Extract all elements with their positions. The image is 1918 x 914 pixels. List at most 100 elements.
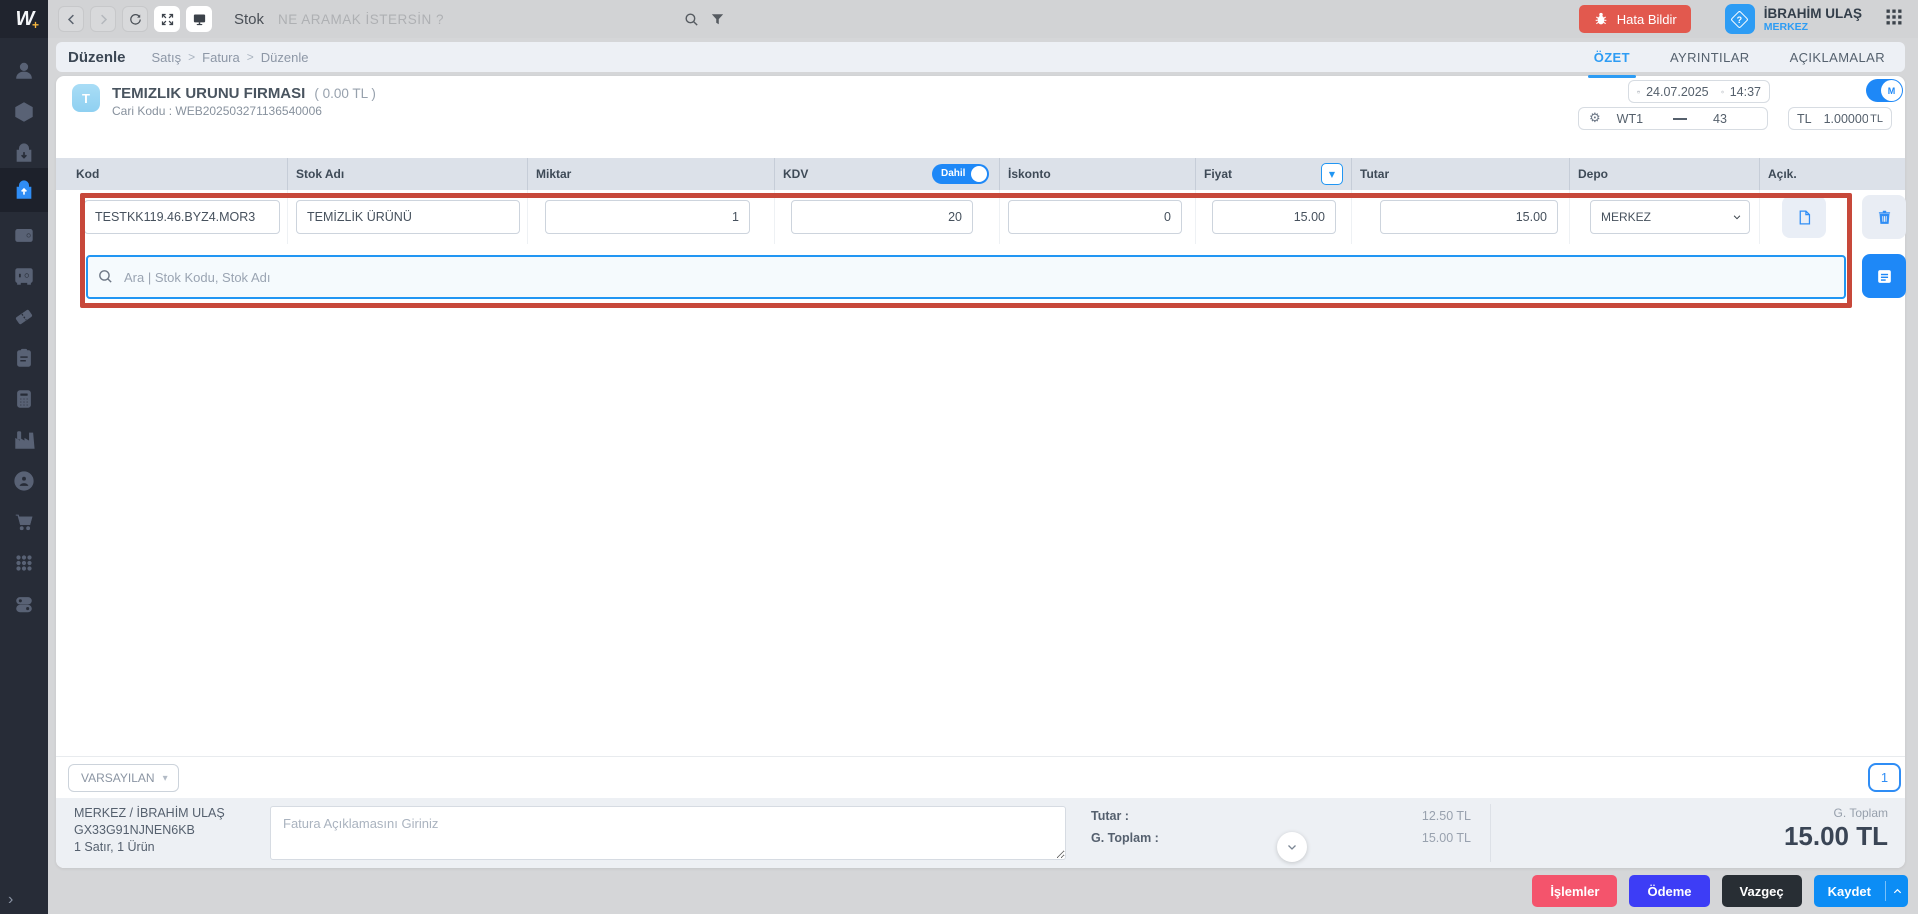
- invoice-date-field[interactable]: 24.07.2025 14:37: [1628, 80, 1770, 103]
- depo-select[interactable]: MERKEZ: [1590, 200, 1750, 234]
- calendar-icon: [1637, 90, 1640, 93]
- sidebar: W + ›: [0, 0, 48, 914]
- fullscreen-button[interactable]: [154, 6, 180, 32]
- calculator-icon: [17, 390, 31, 408]
- kaydet-label: Kaydet: [1827, 883, 1871, 899]
- vazgec-button[interactable]: Vazgeç: [1721, 875, 1802, 907]
- islemler-button[interactable]: İşlemler: [1532, 875, 1618, 907]
- sidebar-item-ticket[interactable]: [0, 296, 48, 338]
- report-error-label: Hata Bildir: [1616, 11, 1677, 27]
- page-number-button[interactable]: 1: [1868, 763, 1901, 792]
- currency-code: TL: [1797, 111, 1812, 126]
- apps-menu-button[interactable]: [1884, 7, 1904, 32]
- sidebar-item-accounting[interactable]: [0, 378, 48, 420]
- page-header: Düzenle Satış > Fatura > Düzenle ÖZET AY…: [56, 42, 1905, 78]
- column-header-miktar: Miktar: [528, 158, 775, 190]
- customer-name[interactable]: TEMIZLIK URUNU FIRMASI: [112, 85, 305, 102]
- grandtotal-label: G. Toplam :: [1091, 831, 1159, 845]
- stock-search-input[interactable]: [86, 255, 1846, 299]
- sidebar-item-orders[interactable]: [0, 337, 48, 379]
- purchase-bag-icon: [16, 143, 32, 162]
- user-icon: [16, 62, 32, 79]
- column-header-fiyat: Fiyat ▼: [1196, 158, 1352, 190]
- sidebar-item-sales[interactable]: [0, 168, 48, 212]
- back-button[interactable]: [58, 6, 84, 32]
- sidebar-item-production[interactable]: [0, 419, 48, 461]
- price-options-dropdown[interactable]: ▼: [1321, 163, 1343, 185]
- kaydet-options-button[interactable]: [1886, 886, 1908, 897]
- user-menu[interactable]: ? İBRAHİM ULAŞ MERKEZ: [1724, 4, 1862, 34]
- caret-down-icon: ▼: [1328, 169, 1336, 179]
- search-button[interactable]: [678, 6, 704, 32]
- refresh-icon: [129, 13, 141, 25]
- tutar-input[interactable]: [1380, 200, 1558, 234]
- invoice-note-textarea[interactable]: [270, 806, 1066, 860]
- mode-toggle-knob: M: [1881, 80, 1902, 101]
- settings-toggles-icon: [16, 597, 32, 613]
- search-scope-label[interactable]: Stok: [234, 11, 264, 28]
- row-delete-button[interactable]: [1862, 195, 1906, 239]
- mode-toggle[interactable]: M: [1866, 79, 1903, 102]
- forward-button[interactable]: [90, 6, 116, 32]
- breadcrumb-item[interactable]: Fatura: [202, 50, 240, 65]
- stok-adi-input[interactable]: [296, 200, 520, 234]
- breadcrumb-item[interactable]: Satış: [152, 50, 182, 65]
- app-logo[interactable]: W +: [0, 0, 48, 38]
- currency-rate-field[interactable]: TL 1.00000 TL: [1788, 107, 1892, 130]
- stock-list-button[interactable]: [1862, 254, 1906, 298]
- package-icon: [15, 102, 33, 122]
- column-header-iskonto: İskonto: [1000, 158, 1196, 190]
- fiyat-input[interactable]: [1212, 200, 1336, 234]
- odeme-button[interactable]: Ödeme: [1629, 875, 1710, 907]
- tab-ayrintilar[interactable]: AYRINTILAR: [1668, 44, 1752, 71]
- monitor-icon: [193, 14, 205, 25]
- sidebar-item-ecommerce[interactable]: [0, 501, 48, 543]
- tab-ozet[interactable]: ÖZET: [1587, 44, 1637, 78]
- chevron-right-icon: [100, 14, 107, 24]
- kod-input[interactable]: [84, 200, 280, 234]
- caret-down-icon: ▾: [162, 772, 168, 784]
- kdv-dahil-toggle[interactable]: Dahil: [932, 164, 989, 184]
- topbar: Stok Hata Bildir ? İBRAHİM ULAŞ MERKEZ: [48, 0, 1918, 38]
- totals-expand-button[interactable]: [1277, 832, 1307, 862]
- kaydet-button[interactable]: Kaydet: [1813, 875, 1908, 907]
- user-badge-icon: ?: [1724, 4, 1755, 34]
- sidebar-item-stock[interactable]: [0, 91, 48, 133]
- iskonto-input[interactable]: [1008, 200, 1182, 234]
- app-root: W + › Stok NE ARAMAK İSTERSİN ? Hata Bil…: [0, 0, 1918, 914]
- series-number-field[interactable]: ⚙ WT1 43: [1578, 107, 1768, 130]
- tab-bar: ÖZET AYRINTILAR AÇIKLAMALAR: [1587, 44, 1887, 78]
- sidebar-item-crm[interactable]: [0, 460, 48, 502]
- sidebar-item-wallet[interactable]: [0, 214, 48, 256]
- grand-total-value: 15.00 TL: [1783, 821, 1888, 851]
- stock-search-row: [86, 255, 1846, 299]
- filter-button[interactable]: [704, 6, 730, 32]
- bug-icon: [1595, 12, 1607, 25]
- refresh-button[interactable]: [122, 6, 148, 32]
- breadcrumb-item[interactable]: Düzenle: [261, 50, 309, 65]
- cell-kod: [68, 190, 288, 244]
- sidebar-expand-button[interactable]: ›: [0, 888, 48, 912]
- grandtotal-value: 15.00 TL: [1421, 831, 1471, 845]
- sidebar-item-modules[interactable]: [0, 542, 48, 584]
- row-description-button[interactable]: [1782, 196, 1826, 238]
- list-icon: [1877, 269, 1891, 283]
- sidebar-item-safe[interactable]: [0, 255, 48, 297]
- cell-kdv: [775, 190, 1000, 244]
- breadcrumb-separator: >: [246, 50, 254, 64]
- document-icon: [1799, 209, 1810, 225]
- monitor-button[interactable]: [186, 6, 212, 32]
- branch-user-line: MERKEZ / İBRAHİM ULAŞ: [74, 806, 225, 820]
- tab-aciklamalar[interactable]: AÇIKLAMALAR: [1788, 44, 1887, 71]
- sidebar-item-settings[interactable]: [0, 583, 48, 625]
- invoice-time: 14:37: [1729, 84, 1761, 99]
- sales-bag-icon: [16, 180, 32, 199]
- sidebar-item-user[interactable]: [0, 50, 48, 92]
- report-error-button[interactable]: Hata Bildir: [1578, 5, 1691, 33]
- miktar-input[interactable]: [545, 200, 750, 234]
- chevron-down-icon: [1288, 845, 1296, 850]
- global-search-input[interactable]: [278, 6, 679, 32]
- template-selector[interactable]: VARSAYILAN ▾: [68, 764, 179, 792]
- kdv-input[interactable]: [791, 200, 973, 234]
- column-header-tutar: Tutar: [1352, 158, 1570, 190]
